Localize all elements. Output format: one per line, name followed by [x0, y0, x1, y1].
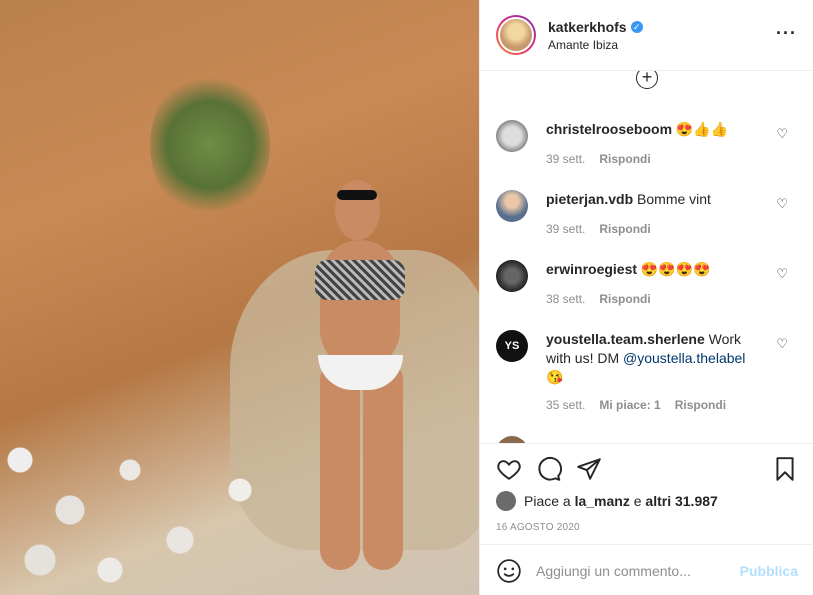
comment-meta: 38 sett. Rispondi — [546, 292, 651, 306]
author-info: katkerkhofs ✓ Amante Ibiza — [548, 19, 643, 52]
comment-likes-count[interactable]: Mi piace: 1 — [599, 398, 660, 412]
comments-list[interactable]: + christelrooseboom 😍👍👍 39 sett. Rispond… — [480, 71, 813, 443]
comment-meta: 39 sett. Rispondi — [546, 152, 651, 166]
add-comment-bar: Pubblica — [480, 544, 813, 595]
comment-text: 😍👍👍 — [675, 121, 729, 137]
smiley-icon[interactable] — [496, 558, 522, 584]
comment-body: christelrooseboom 😍👍👍 — [546, 120, 766, 139]
bookmark-icon[interactable] — [772, 456, 798, 482]
comment-meta: 39 sett. Rispondi — [546, 222, 651, 236]
reply-button[interactable]: Rispondi — [675, 398, 726, 412]
likes-summary: Piace a la_manz e altri 31.987 — [496, 491, 718, 511]
author-username[interactable]: katkerkhofs — [548, 19, 627, 35]
author-avatar[interactable] — [496, 15, 536, 55]
likes-count-link[interactable]: altri 31.987 — [645, 493, 717, 509]
comment-avatar[interactable] — [496, 190, 528, 222]
comment-text: 😍😍😍😍 — [640, 261, 711, 277]
comment-input[interactable] — [536, 562, 736, 579]
likes-middle: e — [633, 493, 642, 509]
photo-bush — [150, 70, 270, 220]
liker-username[interactable]: la_manz — [575, 493, 630, 509]
comment-text: Bomme vint — [637, 191, 711, 207]
author-avatar-image — [498, 17, 534, 53]
post-location[interactable]: Amante Ibiza — [548, 38, 643, 52]
comment-body: erwinroegiest 😍😍😍😍 — [546, 260, 766, 279]
reply-button[interactable]: Rispondi — [599, 222, 650, 236]
comment-username[interactable]: youstella.team.sherlene — [546, 331, 705, 347]
comment-avatar[interactable] — [496, 120, 528, 152]
comment-username[interactable]: pieterjan.vdb — [546, 191, 633, 207]
liker-avatar[interactable] — [496, 491, 516, 511]
comment-heart-icon[interactable]: ♡ — [776, 196, 788, 212]
publish-button[interactable]: Pubblica — [740, 563, 798, 579]
comment-mention[interactable]: @youstella.thelabel — [623, 350, 745, 366]
comment-heart-icon[interactable]: ♡ — [776, 266, 788, 282]
post-header: katkerkhofs ✓ Amante Ibiza ··· — [480, 0, 813, 71]
comment-age[interactable]: 39 sett. — [546, 152, 585, 166]
comment-body: pieterjan.vdb Bomme vint — [546, 190, 766, 209]
comment-meta: 35 sett. Mi piace: 1 Rispondi — [546, 398, 726, 412]
post-photo[interactable] — [0, 0, 479, 595]
post-side-panel: katkerkhofs ✓ Amante Ibiza ··· + christe… — [479, 0, 813, 595]
share-icon[interactable] — [576, 456, 602, 482]
reply-button[interactable]: Rispondi — [599, 292, 650, 306]
comment-username[interactable]: christelrooseboom — [546, 121, 672, 137]
comment-avatar[interactable]: YS — [496, 330, 528, 362]
heart-icon[interactable] — [496, 456, 522, 482]
comment-age[interactable]: 38 sett. — [546, 292, 585, 306]
post-actions: Piace a la_manz e altri 31.987 16 AGOSTO… — [480, 443, 813, 595]
comment-emoji: 😘 — [546, 369, 564, 385]
person-sunglasses — [337, 190, 377, 200]
username-row: katkerkhofs ✓ — [548, 19, 643, 35]
more-icon[interactable]: ··· — [776, 24, 797, 42]
photo-person — [285, 180, 435, 580]
comment-heart-icon[interactable]: ♡ — [776, 336, 788, 352]
plus-circle-icon[interactable]: + — [636, 71, 658, 89]
comment-heart-icon[interactable]: ♡ — [776, 126, 788, 142]
person-head — [335, 180, 380, 240]
comment-icon[interactable] — [536, 456, 562, 482]
comment-avatar[interactable] — [496, 436, 528, 443]
comment-age[interactable]: 39 sett. — [546, 222, 585, 236]
person-bikini-top — [315, 260, 405, 300]
reply-button[interactable]: Rispondi — [599, 152, 650, 166]
verified-badge-icon: ✓ — [630, 20, 643, 33]
likes-prefix: Piace a — [524, 493, 571, 509]
comment-username[interactable]: erwinroegiest — [546, 261, 637, 277]
comment-age[interactable]: 35 sett. — [546, 398, 585, 412]
comment-avatar[interactable] — [496, 260, 528, 292]
person-leg-left — [320, 360, 360, 570]
person-leg-right — [363, 360, 403, 570]
post-date[interactable]: 16 AGOSTO 2020 — [496, 522, 580, 533]
action-icons — [496, 456, 798, 482]
comment-body: youstella.team.sherlene Work with us! DM… — [546, 330, 766, 387]
